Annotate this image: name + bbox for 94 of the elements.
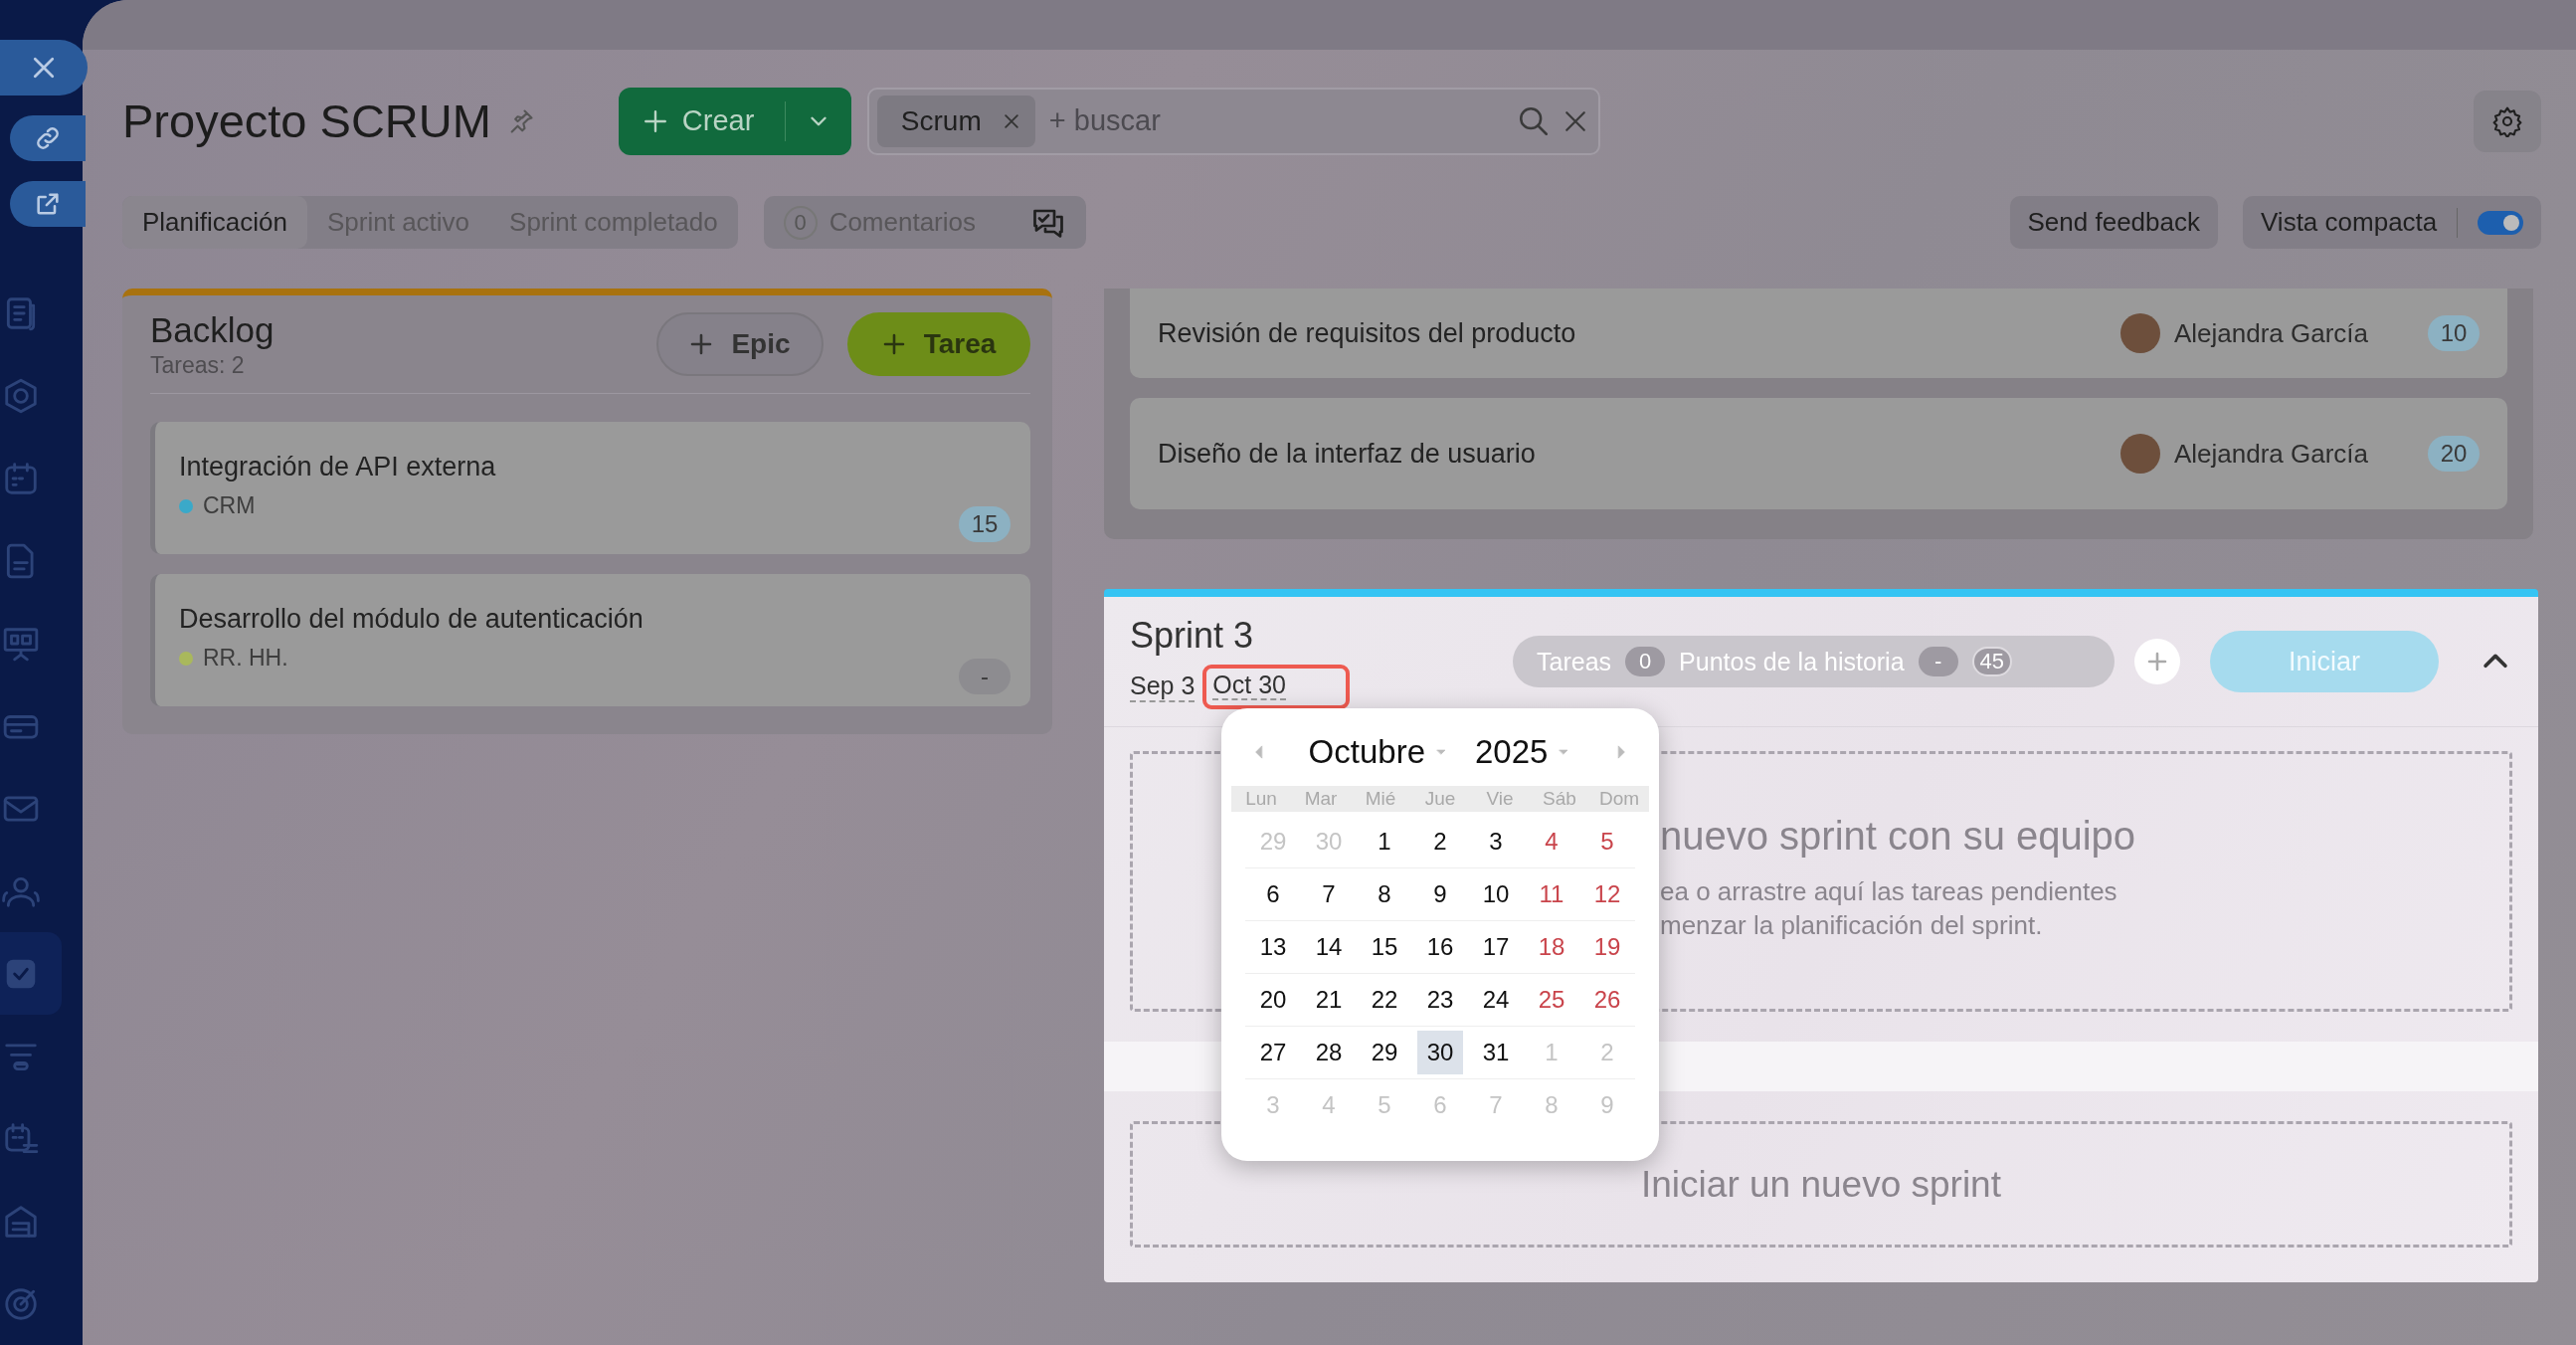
calendar-day[interactable]: 23 (1417, 978, 1463, 1022)
story-points: 20 (2428, 436, 2480, 472)
link-button[interactable] (10, 115, 86, 162)
task-tag: CRM (203, 492, 256, 519)
plus-icon (642, 107, 668, 134)
tab[interactable]: Planificación (122, 196, 307, 249)
drop-zone-title: nuevo sprint con su equipo (1660, 814, 2137, 859)
calendar-day[interactable]: 26 (1584, 978, 1630, 1022)
calendar-day[interactable]: 25 (1529, 978, 1574, 1022)
story-points: - (959, 659, 1011, 694)
drop-zone-text: ea o arrastre aquí las tareas pendientes (1660, 875, 2118, 908)
calendar-day[interactable]: 17 (1473, 925, 1519, 969)
stat-value: 45 (1971, 647, 2013, 676)
plus-icon (689, 332, 714, 356)
task-card[interactable]: Desarrollo del módulo de autenticación RR. HH. - (150, 574, 1030, 706)
calendar-day[interactable]: 12 (1584, 872, 1630, 916)
calendar-day[interactable]: 21 (1306, 978, 1352, 1022)
weekday-label: Mar (1303, 788, 1339, 810)
stat-label: Puntos de la historia (1679, 647, 1905, 676)
calendar-day[interactable]: 24 (1473, 978, 1519, 1022)
send-feedback-button[interactable]: Send feedback (2009, 196, 2218, 249)
weekday-label: Vie (1485, 788, 1515, 810)
stat-value: - (1918, 647, 1958, 676)
start-date[interactable]: Sep 3 (1130, 671, 1196, 702)
assignee-name: Alejandra García (2173, 438, 2368, 470)
avatar (2119, 434, 2160, 474)
settings-icon (2491, 104, 2523, 137)
task-title: Revisión de requisitos del producto (1158, 317, 1576, 349)
story-points: 10 (2428, 315, 2480, 351)
calendar-day[interactable]: 28 (1306, 1031, 1352, 1074)
month-select[interactable]: Octubre (1308, 733, 1449, 771)
open-external-button[interactable] (10, 181, 86, 227)
new-sprint-text: Iniciar un nuevo sprint (1641, 1163, 2001, 1206)
calendar-day[interactable]: 2 (1417, 820, 1463, 864)
calendar-day[interactable]: 15 (1362, 925, 1407, 969)
compact-view-label: Vista compacta (2261, 207, 2438, 238)
task-title: Integración de API externa (179, 452, 497, 482)
calendar-day[interactable]: 27 (1250, 1031, 1296, 1074)
calendar-day[interactable]: 11 (1529, 872, 1574, 916)
weekday-label: Lun (1244, 788, 1278, 810)
stat-label: Tareas (1537, 647, 1612, 676)
page-title: Proyecto SCRUM (122, 94, 491, 148)
drop-zone-text: menzar la planificación del sprint. (1660, 909, 2044, 942)
compact-view-toggle[interactable] (2478, 210, 2523, 235)
calendar-day[interactable]: 20 (1250, 978, 1296, 1022)
calendar-day[interactable]: 7 (1306, 872, 1352, 916)
create-button[interactable]: Crear (618, 87, 851, 155)
weekday-label: Dom (1597, 788, 1641, 810)
add-epic-button[interactable]: Epic (656, 312, 824, 376)
settings-button[interactable] (2474, 90, 2541, 152)
calendar-day[interactable]: 19 (1584, 925, 1630, 969)
add-button[interactable] (2134, 639, 2180, 684)
task-card[interactable]: Diseño de la interfaz de usuario Alejandra García 20 (1130, 398, 2507, 509)
task-title: Desarrollo del módulo de autenticación (179, 604, 644, 635)
hexagon-icon (2, 376, 40, 415)
calendar-day[interactable]: 14 (1306, 925, 1352, 969)
weekday-label: Jue (1423, 788, 1457, 810)
story-points: 15 (959, 506, 1011, 542)
avatar (2119, 313, 2160, 353)
add-task-button[interactable]: Tarea (847, 312, 1030, 376)
calendar-day[interactable]: 6 (1250, 872, 1296, 916)
assignee-name: Alejandra García (2173, 317, 2368, 349)
weekday-label: Sáb (1542, 788, 1577, 810)
filter-chip[interactable]: Scrum (876, 95, 1035, 147)
calendar-day[interactable]: 9 (1417, 872, 1463, 916)
calendar-day[interactable]: 10 (1473, 872, 1519, 916)
sprint-title: Sprint 3 (1130, 614, 1255, 657)
sidebar-item[interactable] (0, 932, 62, 1015)
calendar-day[interactable]: 1 (1362, 820, 1407, 864)
plus-icon (881, 332, 906, 356)
end-date[interactable]: Oct 30 (1212, 670, 1286, 700)
close-button[interactable] (0, 40, 88, 96)
task-title: Diseño de la interfaz de usuario (1158, 438, 1536, 470)
calendar-day[interactable]: 8 (1362, 872, 1407, 916)
calendar-day[interactable]: 22 (1362, 978, 1407, 1022)
year-select[interactable]: 2025 (1475, 733, 1572, 771)
task-count: Tareas: 2 (150, 351, 246, 379)
task-card[interactable]: Integración de API externa CRM 15 (150, 422, 1030, 554)
calendar-day[interactable]: 29 (1362, 1031, 1407, 1074)
calendar-day[interactable]: 31 (1473, 1031, 1519, 1074)
calendar-day[interactable]: 4 (1529, 820, 1574, 864)
calendar-day[interactable]: 3 (1473, 820, 1519, 864)
stat-value: 0 (1625, 647, 1666, 676)
task-tag: RR. HH. (203, 645, 288, 672)
backlog-title: Backlog (150, 309, 275, 350)
calendar-day[interactable]: 16 (1417, 925, 1463, 969)
task-card[interactable]: Revisión de requisitos del producto Alejandra García 10 (1130, 288, 2507, 378)
calendar-day[interactable]: 18 (1529, 925, 1574, 969)
weekday-label: Mié (1364, 788, 1397, 810)
calendar-day[interactable]: 5 (1584, 820, 1630, 864)
plus-icon (2145, 650, 2169, 673)
calendar-day[interactable]: 30 (1417, 1031, 1463, 1074)
calendar-day[interactable]: 13 (1250, 925, 1296, 969)
search-field[interactable]: Scrum + buscar (866, 87, 1600, 155)
